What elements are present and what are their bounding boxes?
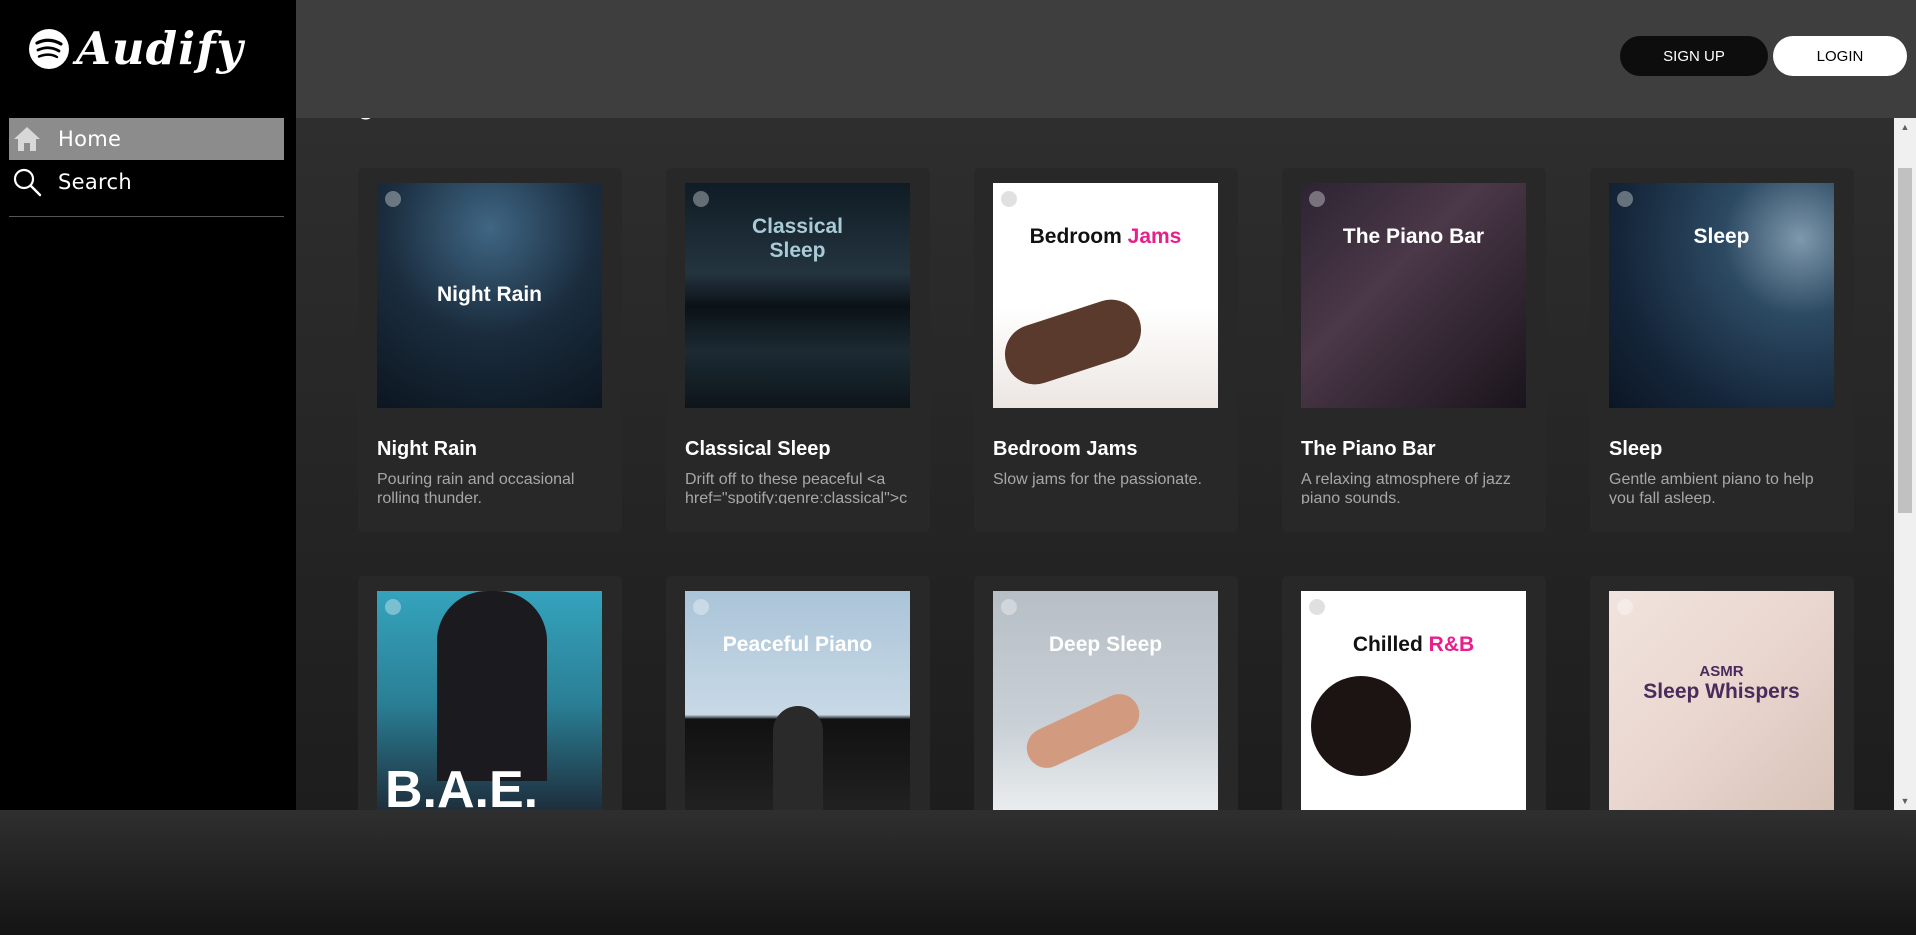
playlist-card[interactable]: Bedroom Jams Bedroom Jams Slow jams for … [974,168,1238,532]
app-logo[interactable]: Audify [28,22,244,75]
sidebar-divider [9,216,284,217]
playlist-cover: The Piano Bar [1301,183,1526,408]
playlist-card[interactable]: ASMR Sleep Whispers [1590,576,1854,810]
card-title: Sleep [1609,438,1663,460]
playlist-card[interactable]: Deep Sleep [974,576,1238,810]
card-title: Bedroom Jams [993,438,1138,460]
cover-text: Night Rain [437,283,542,307]
playlist-card[interactable]: Chilled R&B [1282,576,1546,810]
search-icon [11,166,43,198]
cover-portrait-art [1311,676,1411,776]
sidebar-item-home[interactable]: Home [9,118,284,160]
cover-text: Bedroom Jams [1029,225,1182,248]
home-icon [11,123,43,155]
app-name: Audify [76,22,244,75]
card-title: The Piano Bar [1301,438,1436,460]
playlist-cover: Peaceful Piano [685,591,910,810]
playlist-cover: Night Rain [377,183,602,408]
cover-arm-art [1020,687,1146,775]
cover-text: Classical Sleep [751,215,844,263]
playlist-card[interactable]: Night Rain Night Rain Pouring rain and o… [358,168,622,532]
spotify-badge-icon [1309,191,1325,207]
cover-text: Sleep Whispers [1643,680,1800,704]
playlist-cover: Chilled R&B [1301,591,1526,810]
playlist-card[interactable]: Peaceful Piano [666,576,930,810]
cover-hands-art [997,291,1149,393]
cover-text: B.A.E. [385,761,539,810]
playlist-card[interactable]: B.A.E. [358,576,622,810]
sidebar-item-search[interactable]: Search [9,161,284,203]
cover-subtext: ASMR [1699,662,1744,680]
cover-text: The Piano Bar [1342,225,1485,248]
card-title: Night Rain [377,438,477,460]
spotify-badge-icon [693,191,709,207]
cover-text: Deep Sleep [1048,633,1163,656]
cover-pianist-art [773,706,823,810]
cover-text: Chilled R&B [1352,633,1475,656]
sidebar-item-label: Search [58,170,132,194]
scroll-up-arrow-icon[interactable]: ▲ [1894,118,1916,136]
spotify-badge-icon [1001,599,1017,615]
playlist-card[interactable]: Classical Sleep Classical Sleep Drift of… [666,168,930,532]
spotify-badge-icon [1617,599,1633,615]
playlist-cover: Classical Sleep [685,183,910,408]
main-scrollbar[interactable]: ▲ ▼ [1894,118,1916,810]
top-header: SIGN UP LOGIN [296,0,1916,118]
spotify-badge-icon [693,599,709,615]
card-description: Gentle ambient piano to help you fall as… [1609,471,1814,504]
player-bar [0,810,1916,935]
scroll-down-arrow-icon[interactable]: ▼ [1894,792,1916,810]
spotify-badge-icon [385,191,401,207]
spotify-badge-icon [385,599,401,615]
spotify-badge-icon [1309,599,1325,615]
cover-text: Peaceful Piano [722,633,873,656]
section-heading: g [358,118,374,121]
cover-text: Sleep [1693,225,1750,248]
spotify-badge-icon [1617,191,1633,207]
login-button[interactable]: LOGIN [1773,36,1907,76]
playlist-cover: B.A.E. [377,591,602,810]
playlist-cover: ASMR Sleep Whispers [1609,591,1834,810]
sidebar: Audify Home Search [0,0,296,810]
playlist-card[interactable]: Sleep Sleep Gentle ambient piano to help… [1590,168,1854,532]
spotify-badge-icon [1001,191,1017,207]
card-description: A relaxing atmosphere of jazz piano soun… [1301,471,1511,504]
card-title: Classical Sleep [685,438,831,460]
playlist-cover: Sleep [1609,183,1834,408]
playlist-card[interactable]: The Piano Bar The Piano Bar A relaxing a… [1282,168,1546,532]
card-description: Slow jams for the passionate. [993,471,1202,488]
cover-artist-art [437,591,547,781]
card-description: Drift off to these peaceful <a href="spo… [685,471,908,504]
scroll-thumb[interactable] [1898,168,1912,513]
main-content[interactable]: g Night Rain Night Rain Pouring rain and… [296,118,1894,810]
sidebar-item-label: Home [58,127,122,151]
signup-button[interactable]: SIGN UP [1620,36,1768,76]
audify-logo-icon [29,28,69,69]
playlist-cover: Deep Sleep [993,591,1218,810]
card-description: Pouring rain and occasional rolling thun… [377,471,575,504]
playlist-cover: Bedroom Jams [993,183,1218,408]
